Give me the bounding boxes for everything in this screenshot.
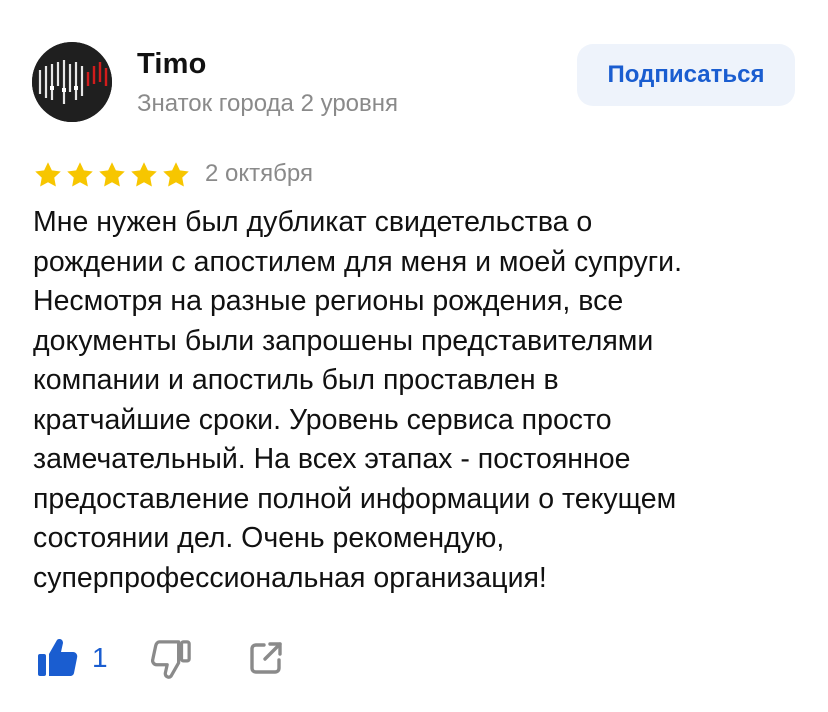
subscribe-button[interactable]: Подписаться xyxy=(577,44,795,106)
star-icon xyxy=(99,162,125,187)
thumbs-down-icon[interactable] xyxy=(150,638,192,680)
avatar[interactable] xyxy=(32,42,112,122)
author-name[interactable]: Timo xyxy=(137,48,207,81)
review-text: Мне нужен был дубликат свидетельства о р… xyxy=(33,206,683,594)
star-icon xyxy=(35,162,61,187)
like-count: 1 xyxy=(92,642,108,673)
share-icon[interactable] xyxy=(248,640,284,676)
star-icon xyxy=(131,162,157,187)
review-date: 2 октября xyxy=(205,160,313,187)
author-status: Знаток города 2 уровня xyxy=(137,90,399,117)
star-icon xyxy=(67,162,93,187)
star-icon xyxy=(163,162,189,187)
thumbs-up-icon[interactable] xyxy=(36,636,80,680)
avatar-image xyxy=(32,42,112,122)
rating-stars xyxy=(33,160,191,190)
